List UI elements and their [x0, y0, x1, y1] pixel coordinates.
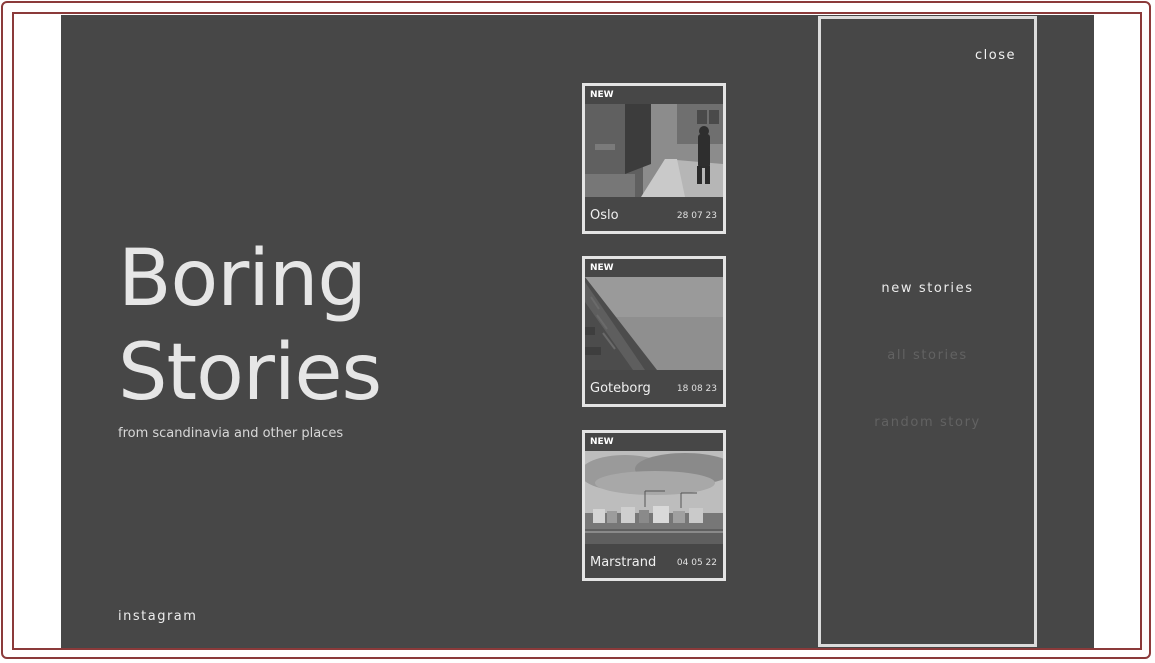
story-name: Goteborg	[590, 381, 651, 396]
new-badge: NEW	[590, 437, 614, 447]
menu-item-all-stories[interactable]: all stories	[821, 348, 1034, 363]
site-title-line1: Boring	[118, 234, 367, 324]
close-button[interactable]: close	[975, 48, 1016, 63]
street-photo-icon	[585, 104, 723, 197]
story-photo-marstrand	[585, 451, 723, 544]
story-date: 28 07 23	[676, 211, 717, 221]
site-subtitle: from scandinavia and other places	[118, 426, 344, 441]
menu-item-new-stories[interactable]: new stories	[821, 281, 1034, 296]
story-card-marstrand[interactable]: NEW Marstrand 04 05 22	[582, 430, 726, 581]
instagram-link[interactable]: instagram	[118, 609, 197, 624]
side-menu: close new stories all stories random sto…	[818, 16, 1037, 647]
site-title-line2: Stories	[118, 328, 382, 418]
site-title: Boring Stories	[118, 232, 382, 420]
new-badge: NEW	[590, 263, 614, 273]
story-name: Marstrand	[590, 555, 657, 570]
menu-item-random-story[interactable]: random story	[821, 415, 1034, 430]
story-name: Oslo	[590, 208, 619, 223]
story-photo-goteborg	[585, 277, 723, 370]
story-date: 18 08 23	[676, 384, 717, 394]
story-card-goteborg[interactable]: NEW Goteborg 18 08 23	[582, 256, 726, 407]
story-photo-oslo	[585, 104, 723, 197]
new-badge: NEW	[590, 90, 614, 100]
story-card-oslo[interactable]: NEW Oslo 28 07 23	[582, 83, 726, 234]
waterfront-photo-icon	[585, 451, 723, 544]
building-sky-photo-icon	[585, 277, 723, 370]
story-date: 04 05 22	[676, 558, 717, 568]
